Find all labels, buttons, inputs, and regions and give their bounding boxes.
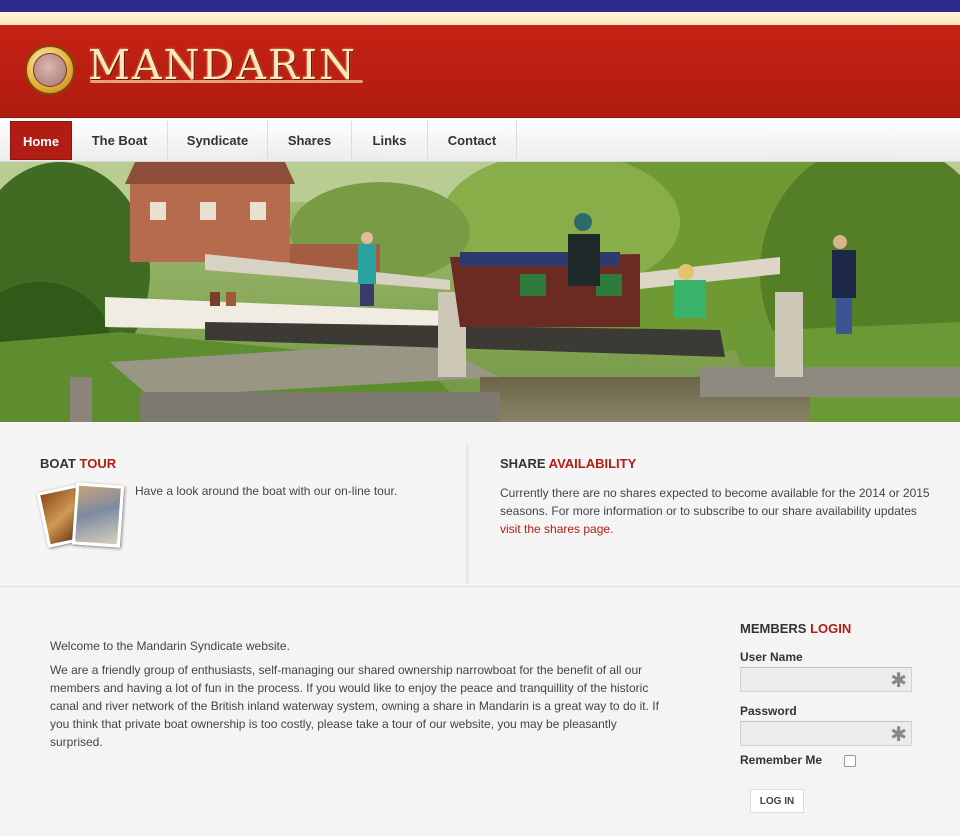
nav-item-shares[interactable]: Shares xyxy=(268,121,352,160)
login-heading-accent: LOGIN xyxy=(810,621,852,636)
shares-page-link[interactable]: visit the shares page xyxy=(500,522,610,536)
password-field[interactable]: ✱ xyxy=(740,721,912,746)
nav-item-the-boat[interactable]: The Boat xyxy=(72,121,168,160)
hero-canal-lock-image xyxy=(0,162,960,422)
password-label: Password xyxy=(740,704,797,718)
login-button[interactable]: LOG IN xyxy=(750,789,804,813)
intro-body: We are a friendly group of enthusiasts, … xyxy=(50,663,659,749)
boat-tour-heading-main: BOAT xyxy=(40,456,76,471)
cream-stripe xyxy=(0,12,960,25)
share-heading-accent: AVAILABILITY xyxy=(548,456,637,471)
required-asterisk-icon: ✱ xyxy=(890,724,907,746)
login-heading: MEMBERS LOGIN xyxy=(740,621,915,636)
boat-tour-heading-accent: TOUR xyxy=(79,456,117,471)
share-availability-heading: SHARE AVAILABILITY xyxy=(500,456,636,471)
nav-item-contact[interactable]: Contact xyxy=(428,121,517,160)
main-nav: Home The Boat Syndicate Shares Links Con… xyxy=(0,119,960,162)
site-logo-text[interactable]: MANDARIN xyxy=(88,41,363,89)
nav-item-links[interactable]: Links xyxy=(352,121,428,160)
nav-item-home[interactable]: Home xyxy=(10,121,72,160)
share-heading-main: SHARE xyxy=(500,456,546,471)
remember-me-checkbox[interactable] xyxy=(844,755,856,767)
share-trailing: . xyxy=(610,522,614,536)
share-availability-text: Currently there are no shares expected t… xyxy=(500,484,940,538)
boat-tour-text: Have a look around the boat with our on-… xyxy=(135,484,398,498)
login-heading-main: MEMBERS xyxy=(740,621,807,636)
password-input[interactable] xyxy=(741,722,911,745)
site-header: MANDARIN xyxy=(0,25,960,118)
tour-photo-2 xyxy=(71,482,125,548)
welcome-text: Welcome to the Mandarin Syndicate websit… xyxy=(50,639,290,653)
members-login-panel: MEMBERS LOGIN User Name ✱ Password ✱ Rem… xyxy=(740,621,915,813)
boat-tour-heading: BOAT TOUR xyxy=(40,456,116,471)
intro-content: Welcome to the Mandarin Syndicate websit… xyxy=(50,637,670,757)
username-input[interactable] xyxy=(741,668,911,691)
username-field[interactable]: ✱ xyxy=(740,667,912,692)
features-strip: BOAT TOUR Have a look around the boat wi… xyxy=(0,422,960,587)
share-availability-body: Currently there are no shares expected t… xyxy=(500,486,930,518)
username-label: User Name xyxy=(740,650,803,664)
boat-tour-photos-icon[interactable] xyxy=(36,482,126,550)
top-stripe xyxy=(0,0,960,12)
remember-me-label: Remember Me xyxy=(740,753,823,767)
feature-divider xyxy=(466,444,470,584)
porthole-logo-icon[interactable] xyxy=(25,45,75,95)
required-asterisk-icon: ✱ xyxy=(890,670,907,692)
nav-item-syndicate[interactable]: Syndicate xyxy=(168,121,268,160)
